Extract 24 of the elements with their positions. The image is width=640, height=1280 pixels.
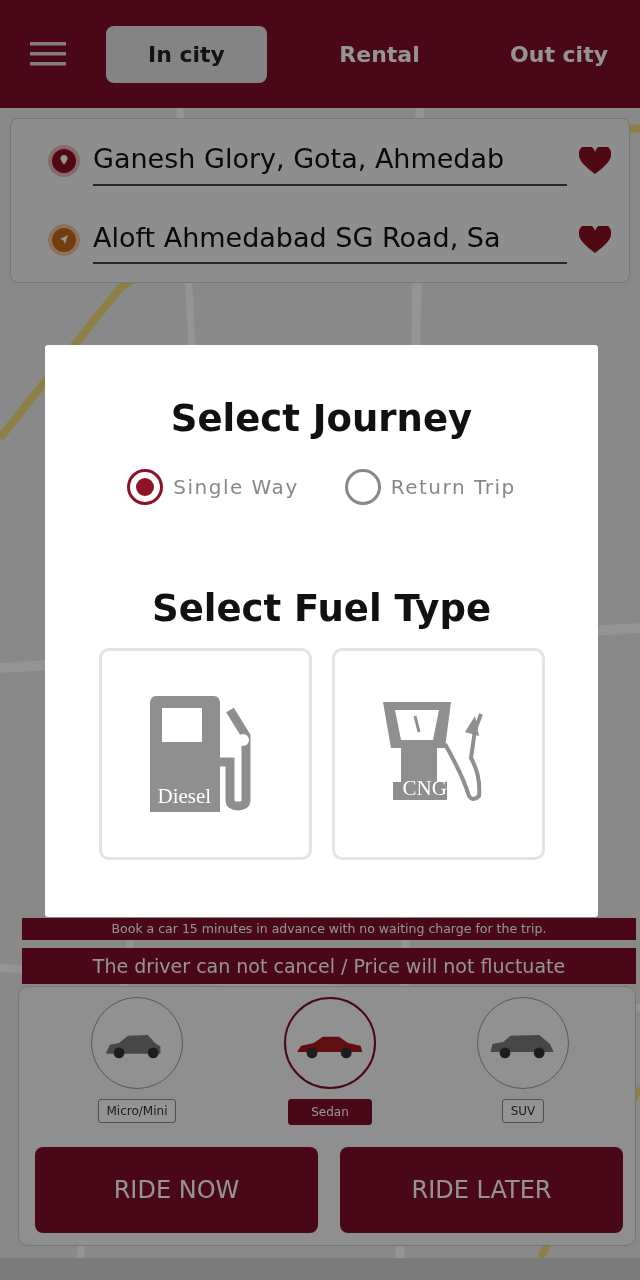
fuel-option[interactable]: Diesel (98, 647, 312, 860)
vehicle-label: SUV (501, 1099, 545, 1123)
location-pin-icon (47, 144, 81, 179)
tab[interactable]: In city (106, 25, 267, 83)
ride-button[interactable]: RIDE LATER (340, 1147, 623, 1233)
heart-icon[interactable] (579, 225, 611, 254)
address-field[interactable]: Aloft Ahmedabad SG Road, Sa (93, 215, 567, 264)
tab[interactable]: Out city (492, 25, 626, 83)
radio-option[interactable]: Return Trip (344, 469, 516, 506)
notice-text: The driver can not cancel / Price will not fluctuate (22, 948, 636, 984)
address-field[interactable]: Ganesh Glory, Gota, Ahmedab (93, 137, 567, 186)
menu-icon[interactable] (30, 40, 66, 68)
fuel-option[interactable]: CNG (331, 647, 545, 860)
radio-button[interactable] (344, 469, 381, 506)
vehicle-label: Micro/Mini (97, 1099, 177, 1123)
ride-button[interactable]: RIDE NOW (35, 1147, 318, 1233)
dialog-title: Select Journey (170, 397, 473, 442)
radio-option[interactable]: Single Way (127, 469, 299, 506)
radio-button[interactable] (127, 469, 164, 506)
notice-text: Book a car 15 minutes in advance with no waiting charge for the trip. (22, 918, 636, 940)
vehicle-label: Sedan (288, 1099, 372, 1125)
heart-icon[interactable] (579, 147, 611, 176)
tab[interactable]: Rental (321, 25, 438, 83)
dialog-title: Select Fuel Type (152, 587, 491, 632)
